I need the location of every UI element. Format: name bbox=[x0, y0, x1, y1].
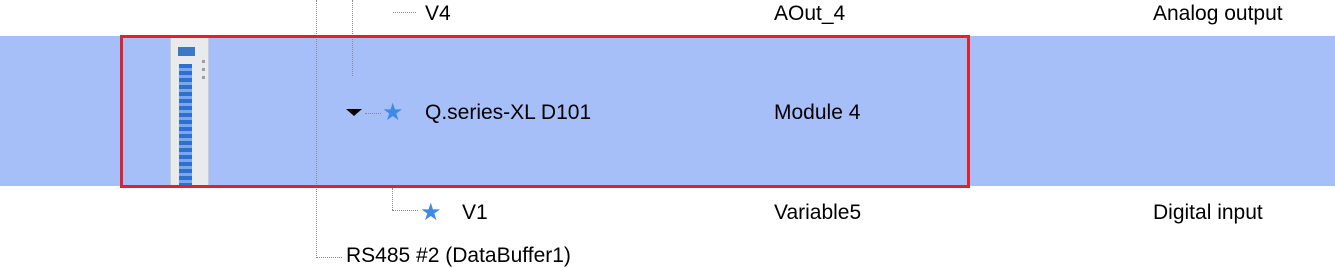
tree-row-v4[interactable]: V4 AOut_4 Analog output bbox=[0, 0, 1335, 36]
row-id: AOut_4 bbox=[774, 2, 846, 25]
tree-branch-v1 bbox=[392, 210, 418, 211]
row-type: Analog output bbox=[1153, 2, 1283, 25]
tree-row-rs485-label[interactable]: RS485 #2 (DataBuffer1) bbox=[346, 244, 571, 268]
row-name: V1 bbox=[462, 201, 488, 224]
row-name: V4 bbox=[425, 2, 451, 25]
row-id: Variable5 bbox=[774, 201, 862, 224]
tree-line-v1 bbox=[392, 188, 393, 210]
tree-branch-rs485 bbox=[316, 257, 342, 258]
highlight-box bbox=[120, 35, 970, 188]
row-type: Digital input bbox=[1153, 201, 1263, 224]
star-icon: ★ bbox=[420, 199, 442, 226]
tree-row-v1[interactable]: ★ V1 Variable5 Digital input bbox=[0, 188, 1335, 234]
